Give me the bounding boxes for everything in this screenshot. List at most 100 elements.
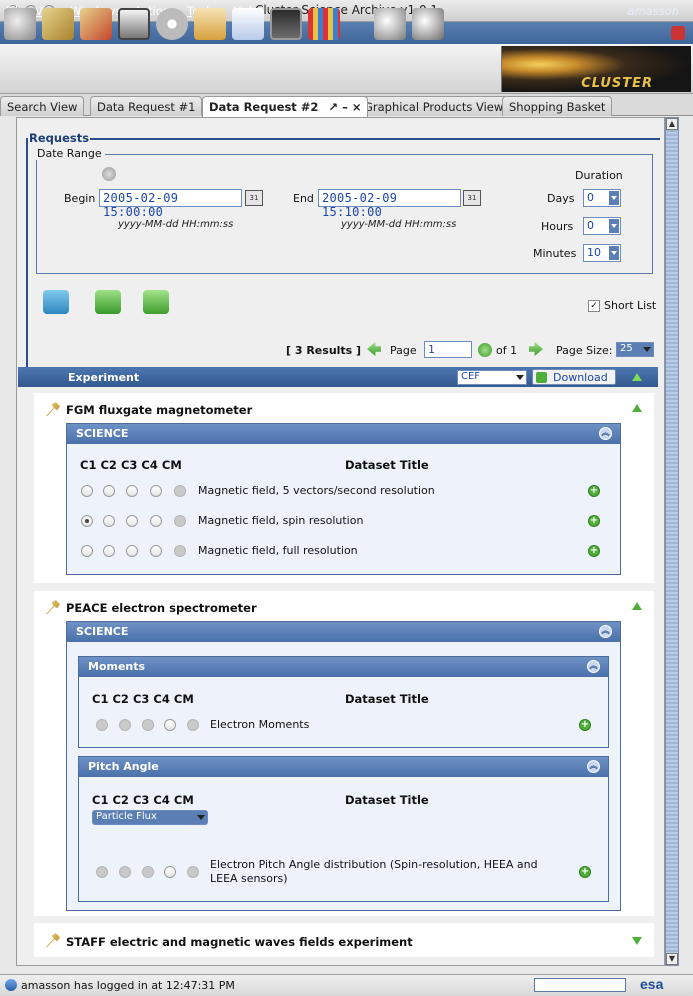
add-dataset-icon[interactable]: +	[588, 485, 600, 497]
pitch-dataset-line-1: Electron Pitch Angle distribution (Spin-…	[210, 858, 538, 871]
fgm-collapse-icon[interactable]	[632, 404, 642, 412]
download-button[interactable]: Download	[532, 369, 616, 385]
format-value: CEF	[461, 371, 481, 382]
cluster-logo-text: CLUSTER	[581, 76, 653, 91]
download-icon	[536, 372, 547, 383]
moments-title: Moments	[88, 660, 146, 673]
col-cm: CM	[173, 793, 194, 807]
pitch-dataset-line-2: LEEA sensors)	[210, 872, 288, 885]
requests-divider	[90, 138, 660, 140]
fgm-row3-c4-radio[interactable]	[150, 545, 162, 557]
tab-window-controls[interactable]: ↗ – ×	[328, 100, 361, 114]
edit-icon[interactable]	[232, 8, 264, 40]
collapse-all-icon[interactable]	[632, 373, 642, 381]
collapse-section-icon[interactable]: ︽	[587, 660, 600, 673]
hours-value: 0	[587, 219, 594, 232]
begin-calendar-icon[interactable]: 31	[245, 190, 263, 206]
shopping-cart-icon[interactable]	[118, 8, 150, 40]
download-label: Download	[553, 371, 608, 384]
add-to-basket-icon[interactable]	[95, 290, 121, 314]
zoom-in-icon[interactable]	[374, 8, 406, 40]
minutes-label: Minutes	[533, 247, 577, 260]
peace-science-title: SCIENCE	[76, 625, 129, 638]
fgm-row3-c2-radio[interactable]	[103, 545, 115, 557]
fgm-row2-c3-radio[interactable]	[126, 515, 138, 527]
chevron-down-icon	[609, 191, 619, 205]
chevron-down-icon	[643, 347, 651, 352]
fgm-row1-c3-radio[interactable]	[126, 485, 138, 497]
experiment-fgm-title[interactable]: FGM fluxgate magnetometer	[66, 403, 252, 417]
requests-title: Requests	[29, 131, 90, 145]
search-icon[interactable]	[4, 8, 36, 40]
add-dataset-icon[interactable]: +	[579, 866, 591, 878]
vertical-scrollbar[interactable]	[665, 117, 679, 966]
pitch-c4-radio[interactable]	[164, 866, 176, 878]
tab-graphical-products-view[interactable]: Graphical Products View	[357, 96, 511, 116]
progress-bar	[534, 978, 626, 992]
peace-collapse-icon[interactable]	[632, 602, 642, 610]
add-dataset-icon[interactable]: +	[579, 719, 591, 731]
fgm-row1-c4-radio[interactable]	[150, 485, 162, 497]
collapse-section-icon[interactable]: ︽	[587, 760, 600, 773]
logout-icon[interactable]	[671, 26, 685, 40]
fgm-row1-c2-radio[interactable]	[103, 485, 115, 497]
add-dataset-icon[interactable]: +	[588, 545, 600, 557]
status-message: amasson has logged in at 12:47:31 PM	[21, 979, 235, 992]
moments-header[interactable]: Moments ︽	[79, 657, 608, 677]
hours-select[interactable]: 0	[583, 217, 621, 235]
fgm-row3-c1-radio[interactable]	[81, 545, 93, 557]
tab-data-request-1[interactable]: Data Request #1	[90, 96, 203, 116]
tab-data-request-2[interactable]: Data Request #2 ↗ – ×	[202, 96, 369, 117]
moments-c4-radio[interactable]	[164, 719, 176, 731]
scroll-up-button[interactable]: ▲	[666, 118, 678, 130]
requests-left-border	[26, 138, 28, 368]
fgm-science-header[interactable]: SCIENCE ︽	[67, 424, 620, 444]
experiment-staff-title[interactable]: STAFF electric and magnetic waves fields…	[66, 935, 413, 949]
document-icon[interactable]	[194, 8, 226, 40]
experiment-column-header: Experiment	[68, 371, 140, 384]
days-select[interactable]: 0	[583, 189, 621, 207]
page-input[interactable]: 1	[424, 341, 472, 358]
pitch-angle-header[interactable]: Pitch Angle ︽	[79, 757, 608, 777]
add-dataset-icon[interactable]: +	[588, 515, 600, 527]
clear-icon[interactable]	[143, 290, 169, 314]
add-request-icon[interactable]	[43, 290, 69, 314]
books-icon[interactable]	[308, 8, 340, 40]
end-calendar-icon[interactable]: 31	[463, 190, 481, 206]
experiment-peace-title[interactable]: PEACE electron spectrometer	[66, 601, 257, 615]
tab-search-view[interactable]: Search View	[0, 96, 85, 116]
zoom-out-icon[interactable]	[412, 8, 444, 40]
go-page-icon[interactable]	[478, 343, 492, 357]
delete-request-icon[interactable]	[80, 8, 112, 40]
page-size-select[interactable]: 25	[616, 342, 654, 357]
fgm-row2-c2-radio[interactable]	[103, 515, 115, 527]
scroll-down-button[interactable]: ▼	[666, 953, 678, 965]
fgm-row2-c1-radio[interactable]	[81, 515, 93, 527]
tab-shopping-basket[interactable]: Shopping Basket	[502, 96, 613, 116]
col-c3: C3	[132, 692, 150, 706]
begin-date-input[interactable]: 2005-02-09 15:00:00	[99, 189, 242, 219]
graph-monitor-icon[interactable]	[270, 8, 302, 40]
particle-flux-select[interactable]: Particle Flux	[92, 810, 208, 825]
end-date-input[interactable]: 2005-02-09 15:10:00	[318, 189, 461, 219]
cancel-icon[interactable]	[156, 8, 188, 40]
moments-dataset: Electron Moments	[210, 718, 310, 731]
fgm-row1-c1-radio[interactable]	[81, 485, 93, 497]
refresh-icon[interactable]	[102, 167, 116, 181]
collapse-section-icon[interactable]: ︽	[599, 427, 612, 440]
fgm-row2-cm-radio	[174, 515, 186, 527]
days-value: 0	[587, 191, 594, 204]
fgm-row3-c3-radio[interactable]	[126, 545, 138, 557]
peace-science-header[interactable]: SCIENCE ︽	[67, 622, 620, 642]
current-user: amasson	[627, 4, 679, 18]
duration-title: Duration	[575, 169, 623, 182]
format-select[interactable]: CEF	[457, 370, 527, 385]
minutes-value: 10	[587, 246, 601, 259]
short-list-label: Short List	[604, 299, 657, 312]
staff-expand-icon[interactable]	[632, 937, 642, 945]
short-list-checkbox[interactable]: ✓	[588, 300, 600, 312]
minutes-select[interactable]: 10	[583, 244, 621, 262]
fgm-row2-c4-radio[interactable]	[150, 515, 162, 527]
notebook-icon[interactable]	[42, 8, 74, 40]
collapse-section-icon[interactable]: ︽	[599, 625, 612, 638]
